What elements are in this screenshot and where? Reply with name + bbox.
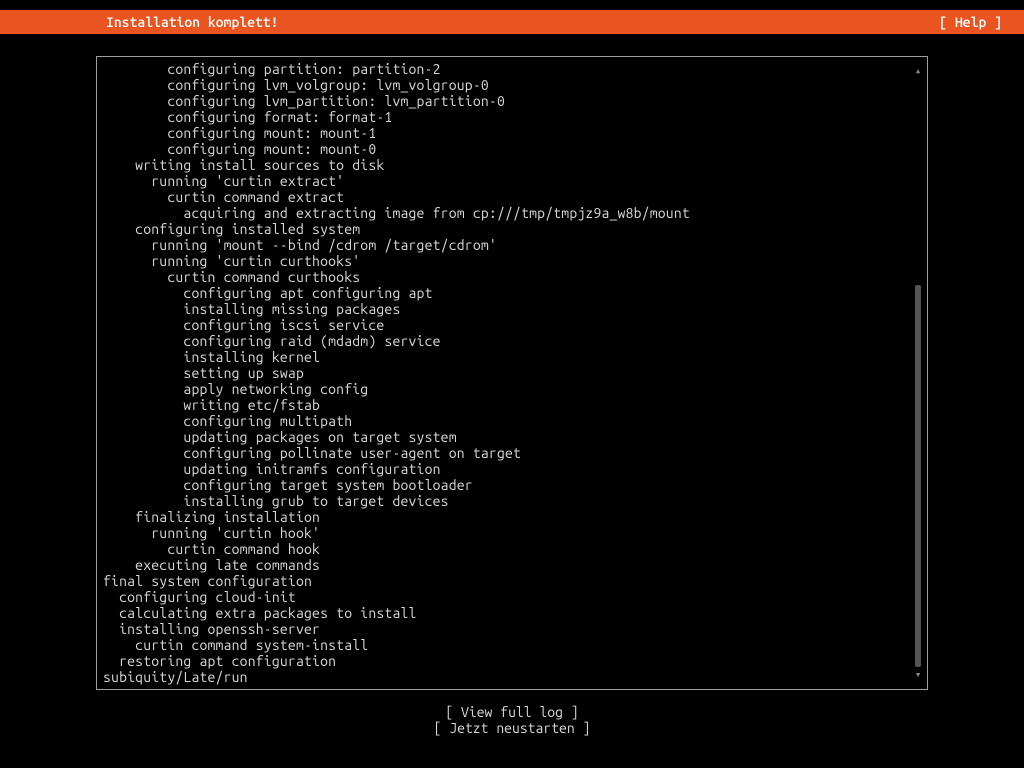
log-line: acquiring and extracting image from cp:/… bbox=[103, 205, 921, 221]
reboot-now-button[interactable]: [ Jetzt neustarten ] bbox=[432, 720, 593, 736]
log-line: configuring multipath bbox=[103, 413, 921, 429]
log-line: updating initramfs configuration bbox=[103, 461, 921, 477]
log-line: installing kernel bbox=[103, 349, 921, 365]
log-line: installing openssh-server bbox=[103, 621, 921, 637]
main-content: configuring partition: partition-2 confi… bbox=[0, 34, 1024, 736]
log-line: configuring raid (mdadm) service bbox=[103, 333, 921, 349]
log-line: curtin command hook bbox=[103, 541, 921, 557]
page-title: Installation komplett! bbox=[16, 14, 278, 30]
install-log: configuring partition: partition-2 confi… bbox=[97, 57, 927, 685]
log-line: running 'curtin hook' bbox=[103, 525, 921, 541]
log-line: configuring lvm_volgroup: lvm_volgroup-0 bbox=[103, 77, 921, 93]
log-line: configuring apt configuring apt bbox=[103, 285, 921, 301]
log-line: configuring cloud-init bbox=[103, 589, 921, 605]
scroll-track[interactable] bbox=[915, 79, 921, 667]
footer-actions: [ View full log ] [ Jetzt neustarten ] bbox=[96, 704, 928, 736]
install-log-box: configuring partition: partition-2 confi… bbox=[96, 56, 928, 690]
log-line: calculating extra packages to install bbox=[103, 605, 921, 621]
help-button[interactable]: [ Help ] bbox=[939, 14, 1008, 30]
view-full-log-button[interactable]: [ View full log ] bbox=[443, 704, 580, 720]
log-line: configuring mount: mount-0 bbox=[103, 141, 921, 157]
log-line: configuring target system bootloader bbox=[103, 477, 921, 493]
title-bar: Installation komplett! [ Help ] bbox=[0, 10, 1024, 34]
log-line: final system configuration bbox=[103, 573, 921, 589]
log-line: configuring iscsi service bbox=[103, 317, 921, 333]
scroll-thumb[interactable] bbox=[915, 285, 921, 667]
log-line: installing grub to target devices bbox=[103, 493, 921, 509]
log-line: configuring lvm_partition: lvm_partition… bbox=[103, 93, 921, 109]
log-line: writing install sources to disk bbox=[103, 157, 921, 173]
log-line: configuring mount: mount-1 bbox=[103, 125, 921, 141]
log-line: installing missing packages bbox=[103, 301, 921, 317]
log-line: configuring pollinate user-agent on targ… bbox=[103, 445, 921, 461]
log-line: subiquity/Late/run bbox=[103, 669, 921, 685]
log-line: running 'curtin extract' bbox=[103, 173, 921, 189]
log-line: running 'curtin curthooks' bbox=[103, 253, 921, 269]
log-scrollbar[interactable]: ▴ ▾ bbox=[913, 65, 923, 681]
log-line: curtin command curthooks bbox=[103, 269, 921, 285]
log-line: configuring format: format-1 bbox=[103, 109, 921, 125]
log-line: running 'mount --bind /cdrom /target/cdr… bbox=[103, 237, 921, 253]
log-line: restoring apt configuration bbox=[103, 653, 921, 669]
log-line: finalizing installation bbox=[103, 509, 921, 525]
log-line: updating packages on target system bbox=[103, 429, 921, 445]
log-line: executing late commands bbox=[103, 557, 921, 573]
log-line: configuring partition: partition-2 bbox=[103, 61, 921, 77]
scroll-up-icon[interactable]: ▴ bbox=[913, 65, 923, 77]
scroll-down-icon[interactable]: ▾ bbox=[913, 669, 923, 681]
log-line: curtin command extract bbox=[103, 189, 921, 205]
log-line: setting up swap bbox=[103, 365, 921, 381]
log-line: writing etc/fstab bbox=[103, 397, 921, 413]
log-line: configuring installed system bbox=[103, 221, 921, 237]
log-line: apply networking config bbox=[103, 381, 921, 397]
log-line: curtin command system-install bbox=[103, 637, 921, 653]
